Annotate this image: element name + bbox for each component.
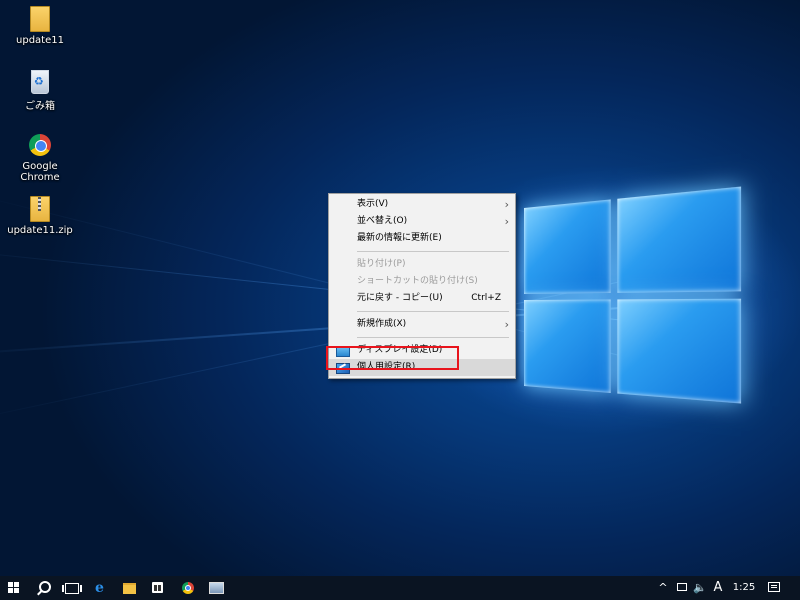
start-button[interactable] [0,576,28,600]
windows-start-icon [8,582,20,594]
desktop[interactable]: update11 ごみ箱 Google Chrome update11.zip … [0,0,800,576]
desktop-icon-google-chrome[interactable]: Google Chrome [2,132,78,183]
menu-separator [357,311,509,312]
desktop-icon-label: Google Chrome [20,161,59,183]
menu-item-refresh[interactable]: 最新の情報に更新(E) [329,230,515,247]
task-view-icon [65,583,79,594]
taskbar-store[interactable] [144,576,172,600]
show-hidden-icons-button[interactable]: ^ [656,576,670,600]
desktop-icon-update11-zip[interactable]: update11.zip [2,196,78,236]
desktop-icon-label: ごみ箱 [25,101,55,112]
volume-button[interactable]: 🔈 [692,576,708,600]
personalize-icon [336,363,350,374]
desktop-context-menu: 表示(V) › 並べ替え(O) › 最新の情報に更新(E) 貼り付け(P) ショ… [328,193,516,379]
menu-item-paste-shortcut: ショートカットの貼り付け(S) [329,273,515,290]
menu-item-label: 新規作成(X) [357,319,406,329]
menu-item-label: ディスプレイ設定(D) [357,345,442,355]
menu-item-shortcut: Ctrl+Z [471,290,501,307]
taskbar: e ^ 🔈 A 1:25 [0,576,800,600]
menu-item-label: 並べ替え(O) [357,216,407,226]
menu-item-label: 表示(V) [357,199,388,209]
file-explorer-icon [123,583,136,594]
taskbar-clock[interactable]: 1:25 [728,576,760,600]
menu-item-new[interactable]: 新規作成(X) › [329,316,515,333]
taskbar-remote-desktop[interactable] [202,576,230,600]
menu-item-label: 最新の情報に更新(E) [357,233,442,243]
search-icon [39,581,51,593]
desktop-icon-label: update11 [16,35,64,46]
ime-button[interactable]: A [710,576,726,600]
volume-icon: 🔈 [693,581,707,594]
menu-item-display-settings[interactable]: ディスプレイ設定(D) [329,342,515,359]
clock-time: 1:25 [733,582,755,593]
menu-item-label: 個人用設定(R) [357,362,415,372]
menu-item-view[interactable]: 表示(V) › [329,196,515,213]
chrome-icon [182,582,194,594]
submenu-arrow-icon: › [505,316,509,333]
taskbar-file-explorer[interactable] [116,576,144,600]
menu-item-undo-copy[interactable]: 元に戻す - コピー(U) Ctrl+Z [329,290,515,307]
network-icon [677,583,687,591]
ime-mode-indicator: A [714,580,723,595]
menu-item-label: 元に戻す - コピー(U) [357,293,443,303]
chrome-icon [27,132,53,158]
menu-item-sort-by[interactable]: 並べ替え(O) › [329,213,515,230]
folder-icon [27,6,53,32]
menu-item-label: ショートカットの貼り付け(S) [357,276,478,286]
menu-separator [357,251,509,252]
action-center-icon[interactable] [768,582,780,592]
chevron-up-icon: ^ [658,581,667,594]
taskbar-chrome[interactable] [174,576,202,600]
desktop-icon-update11[interactable]: update11 [2,6,78,46]
remote-desktop-icon [209,582,224,594]
menu-item-personalize[interactable]: 個人用設定(R) [329,359,515,376]
search-button[interactable] [30,576,58,600]
network-button[interactable] [674,576,690,600]
desktop-icon-recycle-bin[interactable]: ごみ箱 [2,68,78,112]
edge-icon: e [95,581,104,595]
recycle-bin-icon [27,68,53,94]
zip-folder-icon [27,196,53,222]
windows-logo-wallpaper [524,186,747,426]
submenu-arrow-icon: › [505,213,509,230]
display-settings-icon [336,346,350,357]
task-view-button[interactable] [58,576,86,600]
store-icon [152,582,163,593]
menu-separator [357,337,509,338]
submenu-arrow-icon: › [505,196,509,213]
taskbar-edge[interactable]: e [88,576,116,600]
menu-item-label: 貼り付け(P) [357,259,405,269]
menu-item-paste: 貼り付け(P) [329,256,515,273]
desktop-icon-label: update11.zip [7,225,73,236]
